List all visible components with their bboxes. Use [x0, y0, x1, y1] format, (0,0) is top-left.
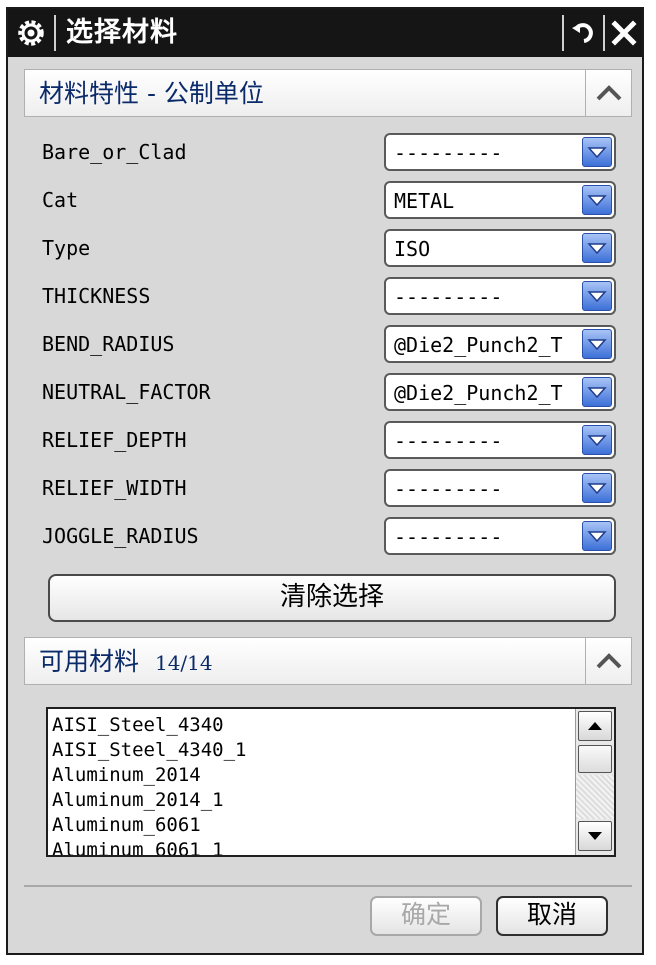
- property-dropdown[interactable]: ISO: [384, 229, 616, 267]
- dropdown-value: ISO: [394, 237, 431, 261]
- close-icon[interactable]: [610, 19, 638, 47]
- material-list[interactable]: AISI_Steel_4340 AISI_Steel_4340_1 Aluminum…: [46, 707, 616, 857]
- property-label: Type: [42, 236, 91, 260]
- chevron-up-icon: [596, 653, 622, 669]
- dropdown-arrow-button[interactable]: [582, 377, 612, 407]
- property-label: JOGGLE_RADIUS: [42, 524, 199, 548]
- select-material-dialog: 选择材料 材料特性 - 公制单位 Bare_or_Clad --------- Ca…: [6, 7, 644, 955]
- property-label: RELIEF_WIDTH: [42, 476, 187, 500]
- cancel-button[interactable]: 取消: [496, 896, 608, 936]
- list-item[interactable]: AISI_Steel_4340_1: [52, 738, 246, 763]
- chevron-down-icon: [587, 483, 607, 495]
- dropdown-arrow-button[interactable]: [582, 233, 612, 263]
- chevron-up-icon: [596, 85, 622, 101]
- dropdown-arrow-button[interactable]: [582, 281, 612, 311]
- material-count: 14/14: [154, 651, 213, 675]
- list-item[interactable]: AISI_Steel_4340: [52, 713, 246, 738]
- scroll-up-button[interactable]: [578, 711, 612, 741]
- dropdown-arrow-button[interactable]: [582, 425, 612, 455]
- property-dropdown[interactable]: ---------: [384, 277, 616, 315]
- dropdown-value: @Die2_Punch2_T: [394, 333, 563, 357]
- property-dropdown[interactable]: @Die2_Punch2_T: [384, 373, 616, 411]
- arrow-up-icon: [588, 722, 602, 730]
- dropdown-value: METAL: [394, 189, 455, 213]
- collapse-button[interactable]: [585, 70, 631, 116]
- dropdown-arrow-button[interactable]: [582, 185, 612, 215]
- title-separator: [562, 15, 564, 51]
- chevron-down-icon: [587, 435, 607, 447]
- chevron-down-icon: [587, 291, 607, 303]
- property-label: RELIEF_DEPTH: [42, 428, 187, 452]
- ok-button[interactable]: 确定: [370, 896, 482, 936]
- section-title: 材料特性 - 公制单位: [39, 79, 264, 108]
- property-dropdown[interactable]: ---------: [384, 421, 616, 459]
- property-dropdown[interactable]: ---------: [384, 517, 616, 555]
- property-label: THICKNESS: [42, 284, 151, 308]
- property-dropdown[interactable]: ---------: [384, 469, 616, 507]
- footer-divider: [24, 885, 632, 887]
- dropdown-arrow-button[interactable]: [582, 473, 612, 503]
- scroll-track[interactable]: [576, 775, 614, 819]
- property-label: Bare_or_Clad: [42, 140, 187, 164]
- window-title: 选择材料: [66, 17, 178, 48]
- property-dropdown[interactable]: @Die2_Punch2_T: [384, 325, 616, 363]
- dropdown-value: ---------: [394, 285, 503, 309]
- dropdown-arrow-button[interactable]: [582, 329, 612, 359]
- property-label: NEUTRAL_FACTOR: [42, 380, 211, 404]
- material-properties-header[interactable]: 材料特性 - 公制单位: [24, 69, 632, 117]
- chevron-down-icon: [587, 147, 607, 159]
- dropdown-arrow-button[interactable]: [582, 521, 612, 551]
- collapse-button[interactable]: [585, 638, 631, 684]
- chevron-down-icon: [587, 387, 607, 399]
- section-title-text: 可用材料: [39, 647, 140, 676]
- chevron-down-icon: [587, 339, 607, 351]
- list-item[interactable]: Aluminum_6061: [52, 813, 246, 838]
- clear-selection-button[interactable]: 清除选择: [48, 574, 616, 622]
- chevron-down-icon: [587, 243, 607, 255]
- reset-icon[interactable]: [570, 19, 598, 47]
- arrow-down-icon: [588, 832, 602, 840]
- chevron-down-icon: [587, 195, 607, 207]
- list-item[interactable]: Aluminum_2014: [52, 763, 246, 788]
- title-separator: [54, 15, 56, 51]
- dropdown-value: ---------: [394, 525, 503, 549]
- dropdown-value: @Die2_Punch2_T: [394, 381, 563, 405]
- dropdown-value: ---------: [394, 477, 503, 501]
- dropdown-arrow-button[interactable]: [582, 137, 612, 167]
- title-bar: 选择材料: [8, 9, 642, 57]
- list-scrollbar[interactable]: [575, 709, 614, 855]
- property-dropdown[interactable]: METAL: [384, 181, 616, 219]
- gear-icon[interactable]: [18, 20, 44, 46]
- list-item[interactable]: Aluminum_2014_1: [52, 788, 246, 813]
- available-materials-header[interactable]: 可用材料 14/14: [24, 637, 632, 685]
- title-separator: [603, 15, 605, 51]
- property-dropdown[interactable]: ---------: [384, 133, 616, 171]
- property-label: Cat: [42, 188, 79, 212]
- list-item[interactable]: Aluminum_6061_1: [52, 838, 246, 855]
- chevron-down-icon: [587, 531, 607, 543]
- scroll-thumb[interactable]: [578, 745, 612, 773]
- property-label: BEND_RADIUS: [42, 332, 175, 356]
- section-title: 可用材料 14/14: [39, 646, 213, 679]
- material-list-items: AISI_Steel_4340 AISI_Steel_4340_1 Aluminum…: [52, 713, 246, 855]
- scroll-down-button[interactable]: [578, 821, 612, 851]
- dropdown-value: ---------: [394, 429, 503, 453]
- dropdown-value: ---------: [394, 141, 503, 165]
